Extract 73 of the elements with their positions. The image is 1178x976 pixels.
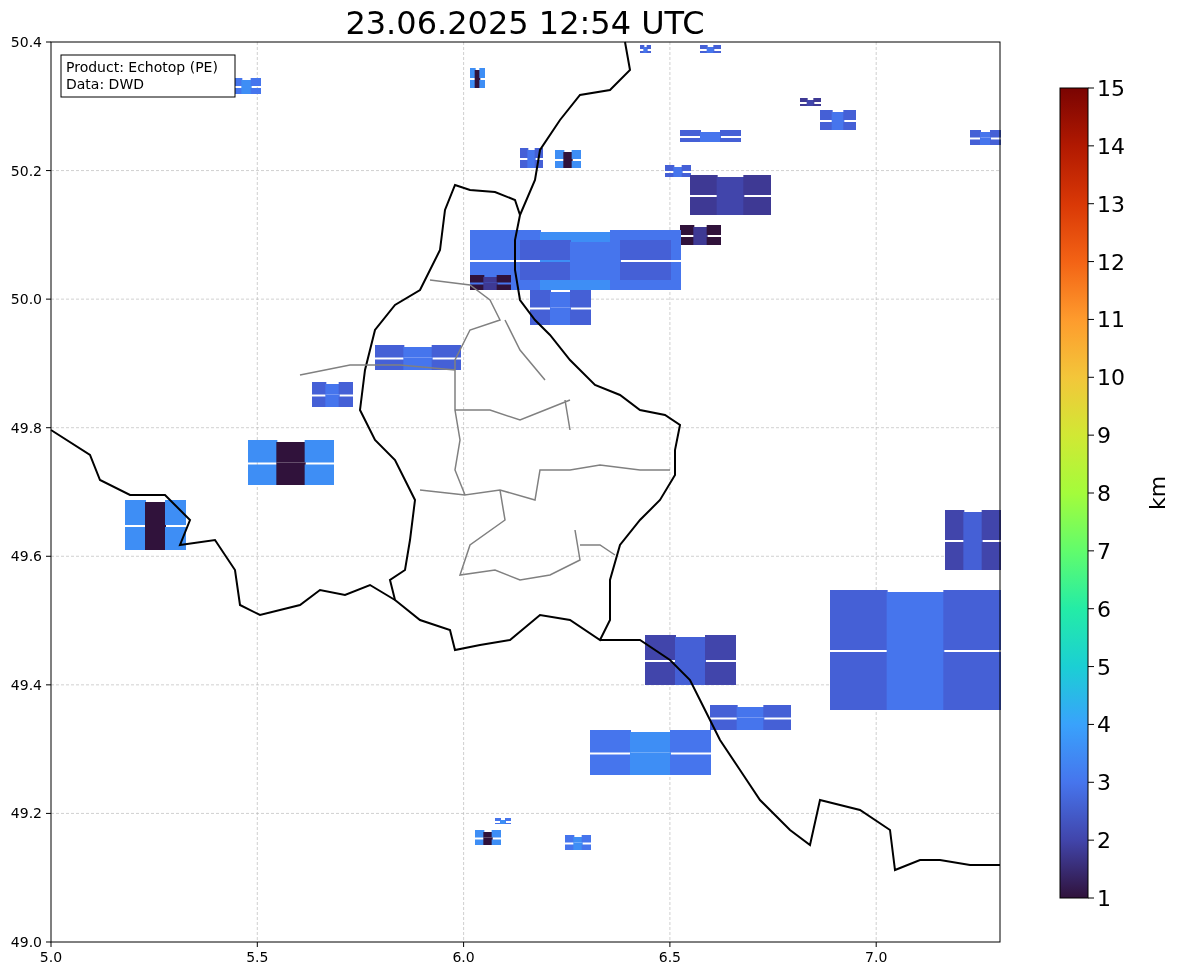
tick-mark [45,555,52,557]
colorbar-tick-label: 14 [1097,133,1125,159]
tick-mark [45,170,52,172]
latitude-label: 50.4 [10,34,42,50]
tick-mark [1087,492,1095,494]
tick-mark [1087,666,1095,668]
tick-mark [463,941,465,948]
radar-echo-patch [700,45,721,53]
tick-mark [1087,608,1095,610]
radar-echo-patch [800,98,821,106]
longitude-label: 5.5 [246,949,269,965]
latitude-label: 49.0 [10,934,42,950]
radar-echo-patch [945,510,1001,570]
tick-mark [45,427,52,429]
radar-echo-patch [475,830,501,845]
colorbar-tick-label: 9 [1097,423,1111,449]
colorbar-tick-label: 2 [1097,828,1111,854]
colorbar-tick-label: 13 [1097,191,1125,217]
longitude-label: 5.0 [39,949,63,965]
tick-mark [1087,550,1095,552]
info-text: Product: Echotop (PE) [66,59,218,75]
tick-mark [1087,781,1095,783]
latitude-label: 49.6 [10,548,42,565]
longitude-label: 6.0 [452,949,475,965]
colorbar-tick-label: 1 [1097,886,1111,911]
colorbar-tick-label: 3 [1097,770,1111,796]
latitude-label: 50.2 [10,162,42,179]
colorbar-tick-label: 5 [1097,654,1111,680]
longitude-label: 6.5 [658,949,682,965]
tick-mark [1087,897,1095,899]
colorbar-tick-label: 15 [1097,76,1125,101]
radar-echo-patch [555,150,581,168]
radar-echo-patch [312,382,353,407]
tick-mark [45,41,52,43]
colorbar-tick-label: 4 [1097,712,1111,738]
radar-echo-patch [495,818,511,824]
tick-mark [1087,145,1095,147]
longitude-label: 7.0 [865,949,888,965]
tick-mark [1087,723,1095,725]
tick-mark [45,812,52,814]
tick-mark [45,298,52,300]
figure-title: 23.06.2025 12:54 UTC [345,4,705,42]
tick-mark [1087,839,1095,841]
radar-echo-patch [125,500,186,550]
tick-mark [1087,261,1095,263]
colorbar-tick-label: 12 [1097,249,1125,275]
colorbar-tick-label: 11 [1097,307,1125,333]
tick-mark [669,941,671,948]
tick-mark [1087,376,1095,378]
colorbar-tick-label: 7 [1097,538,1111,564]
latitude-label: 49.4 [10,676,42,693]
tick-mark [45,684,52,686]
colorbar-tick-label: 6 [1097,596,1111,622]
tick-mark [1087,434,1095,436]
colorbar-label: km [1145,475,1170,511]
latitude-label: 50.0 [10,291,42,308]
tick-mark [875,941,877,948]
radar-echo-patch [680,130,741,142]
radar-echo-patch [640,45,651,53]
info-text: Data: DWD [66,76,144,92]
tick-mark [1087,318,1095,320]
tick-mark [1087,203,1095,205]
radar-echo-patch [470,68,485,88]
colorbar-tick-label: 10 [1097,365,1125,391]
radar-echo-patch [820,110,856,130]
radar-echo-patch [520,148,543,168]
latitude-label: 49.2 [10,805,42,822]
radar-echo-patch [970,130,1001,145]
colorbar-tick-label: 8 [1097,481,1111,506]
tick-mark [256,941,258,948]
latitude-label: 49.8 [10,419,42,436]
tick-mark [1087,87,1095,89]
radar-echo-patch [565,835,591,850]
